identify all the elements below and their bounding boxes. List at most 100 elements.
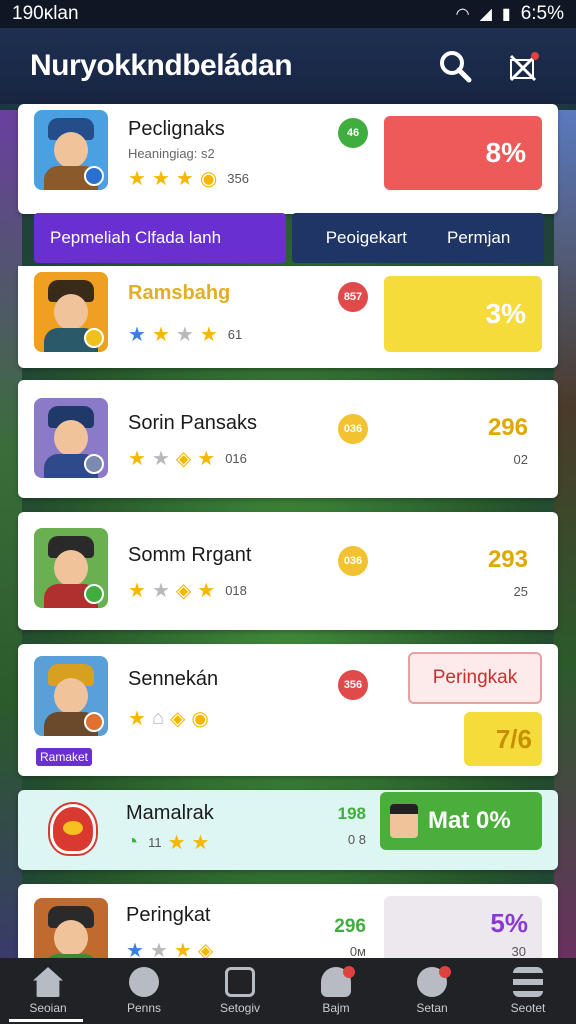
score-sub: 0м [349,944,366,959]
star-icon: ★ [167,832,186,854]
search-button[interactable] [432,43,478,89]
star-icon: ★ [191,832,210,854]
close-icon [509,52,539,82]
list-item[interactable]: Ramaket Sennekán ★ ⌂ ◈ ◉ 356 Peringkak 7… [18,644,558,776]
percent-sub: 30 [511,944,526,959]
search-icon [129,967,159,997]
nav-label: Seoian [29,1001,67,1015]
status-battery-text: 6:5% [520,3,564,24]
nav-label: Bajm [322,1001,350,1015]
item-name: Ramsbahg [128,282,231,304]
home-icon [33,967,63,997]
filter-label-2: Permjan [446,228,511,247]
star-icon: ★ [151,324,170,346]
rank-dot: 036 [338,414,368,444]
nav-label: Setogiv [219,1001,261,1015]
nav-label: Penns [126,1001,162,1015]
list-item[interactable]: Peclignaks Heaningiag: s2 ★ ★ ★ ◉ 356 46… [18,104,558,214]
signal-icon: ◢ [479,6,492,23]
rank-dot: 46 [338,118,368,148]
close-button[interactable] [500,43,546,89]
wifi-icon: ◠ [455,6,470,23]
star-icon: ★ [128,580,146,602]
score-box: 7/6 [464,712,542,766]
star-count: 61 [227,327,243,342]
nav-item-settings[interactable]: Setogiv [195,958,285,1024]
list-item[interactable]: Ramsbahg ★ ★ ★ ★ 61 857 3% [18,266,558,368]
item-subtitle: Heaningiag: s2 [128,146,215,161]
star-icon: ★ [197,448,216,470]
item-name: Mamalrak [126,802,214,824]
badge-icon: ◈ [170,708,186,730]
avatar [34,656,108,736]
score-sub: 0 8 [347,832,366,847]
score-sub: 02 [513,452,528,467]
match-label: Mat 0% [428,807,511,834]
rating-stars: ★ ★ ◈ ★ 016 [128,446,247,471]
clock-icon: ◔ [126,831,139,853]
search-icon [440,51,472,83]
status-icons: ◠ ◢ ▮ 6:5% [456,3,564,25]
badge-icon: ◈ [175,448,192,470]
star-icon: ★ [128,708,146,730]
nav-item-menu[interactable]: Seotet [483,958,573,1024]
score-box: 8% [384,116,542,190]
nav-item-search[interactable]: Penns [99,958,189,1024]
avatar [34,110,108,190]
rating-stars: ★ ★ ◈ ★ 018 [128,578,247,603]
percent-value: 5% [490,908,528,938]
star-icon: ⌂ [151,707,165,729]
avatar [34,528,108,608]
score-value: 198 [337,804,366,823]
filter-label-1: Peoigekart [325,228,407,247]
star-icon: ★ [199,324,218,346]
item-tag: Ramaket [36,748,93,766]
star-icon: ★ [151,168,170,190]
rank-dot: 857 [338,282,368,312]
star-icon: ★ [128,448,146,470]
badge-icon: ◈ [175,580,192,602]
nav-item-profile[interactable]: Bajm [291,958,381,1024]
rating-stars: ★ ★ ★ ◉ 356 [128,166,249,191]
list-item[interactable]: Somm Rrgant ★ ★ ◈ ★ 018 036 293 25 [18,512,558,630]
nav-label: Setan [416,1001,448,1015]
filter-button-secondary[interactable]: Peoigekart Permjan [292,213,544,263]
nav-item-home[interactable]: Seoian [3,958,93,1024]
list-item[interactable]: Mamalrak ◔ 11 ★ ★ 198 0 8 Mat 0% [18,790,558,870]
badge-icon: ◉ [199,168,218,190]
rank-action-button[interactable]: Peringkak [408,652,542,704]
star-count: 356 [227,171,249,186]
rating-stars: ◔ 11 ★ ★ [126,830,209,855]
star-icon: ★ [151,580,170,602]
star-icon: ★ [128,324,146,346]
rank-dot: 356 [338,670,368,700]
nav-label: Seotet [510,1001,546,1015]
score-value: 296 [334,916,366,937]
page-title: Nuryokkndbeládan [30,49,293,82]
battery-icon: ▮ [501,6,511,23]
list-item[interactable]: Sorin Pansaks ★ ★ ◈ ★ 016 036 296 02 [18,380,558,498]
shield-icon [50,804,96,854]
badge-icon: ◉ [191,708,209,730]
match-badge[interactable]: Mat 0% [380,792,542,850]
menu-icon [513,967,543,997]
item-name: Sennekán [128,668,219,690]
rank-dot: 036 [338,546,368,576]
item-name: Somm Rrgant [128,544,252,566]
nav-item-alerts[interactable]: Setan [387,958,477,1024]
star-icon: ★ [197,580,216,602]
star-count: 018 [225,583,247,598]
star-icon: ★ [175,168,194,190]
score-box: 3% [384,276,542,352]
item-name: Peclignaks [128,118,225,140]
filter-button-primary[interactable]: Pepmeliah Clfada lanh [34,213,286,263]
item-name: Sorin Pansaks [128,412,257,434]
active-indicator [9,1019,83,1022]
rank-action-label: Peringkak [432,667,518,688]
notification-dot [343,966,355,978]
status-time: 190ĸlan [12,3,79,24]
avatar [34,398,108,478]
rating-stars: ★ ★ ★ ★ 61 [128,322,242,347]
status-bar: 190ĸlan ◠ ◢ ▮ 6:5% [0,0,576,28]
gear-icon [225,967,255,997]
